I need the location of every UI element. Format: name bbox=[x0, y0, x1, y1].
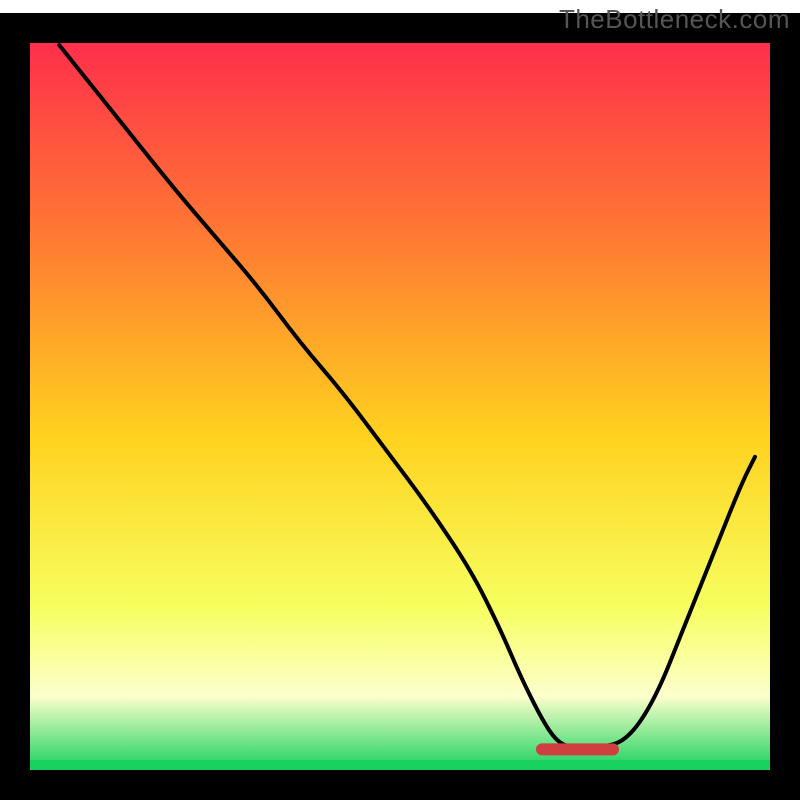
gradient-plot-area bbox=[30, 30, 770, 770]
green-base-band bbox=[30, 760, 770, 770]
chart-svg bbox=[0, 0, 800, 800]
watermark-text: TheBottleneck.com bbox=[559, 4, 790, 35]
chart-stage: TheBottleneck.com bbox=[0, 0, 800, 800]
